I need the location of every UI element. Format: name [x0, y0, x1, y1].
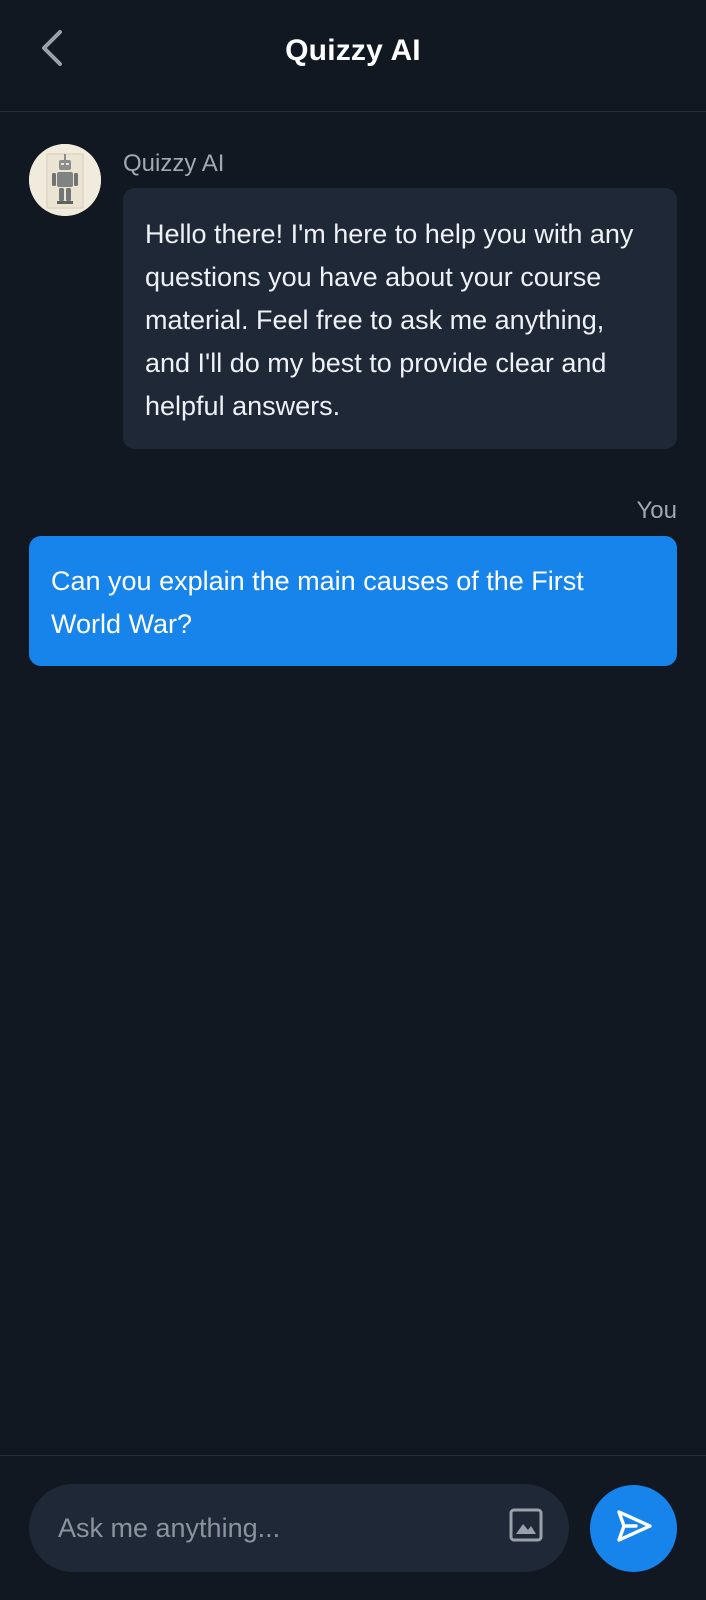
image-icon: [508, 1507, 544, 1548]
send-button[interactable]: [590, 1485, 677, 1572]
ai-message-bubble: Hello there! I'm here to help you with a…: [123, 188, 677, 449]
avatar: [29, 144, 101, 216]
message-input-container: [29, 1484, 569, 1572]
send-icon: [614, 1506, 654, 1551]
user-message-bubble: Can you explain the main causes of the F…: [29, 536, 677, 666]
ai-sender-label: Quizzy AI: [123, 150, 225, 177]
attach-image-button[interactable]: [505, 1506, 547, 1548]
robot-avatar-icon: [29, 144, 101, 216]
header-bar: Quizzy AI: [0, 0, 706, 112]
message-input[interactable]: [58, 1484, 498, 1572]
page-title: Quizzy AI: [285, 34, 421, 67]
chat-screen: Quizzy AI Quizzy AI Hello there! I'm her…: [0, 0, 706, 1600]
user-sender-label: You: [636, 497, 678, 524]
